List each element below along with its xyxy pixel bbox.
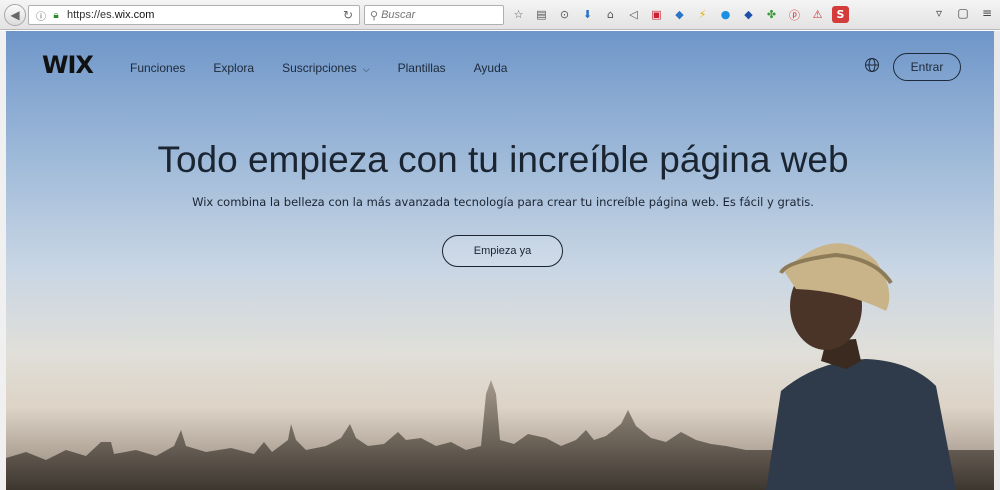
maximize-icon[interactable]: ▢ xyxy=(956,6,970,20)
nav-ayuda[interactable]: Ayuda xyxy=(474,61,508,75)
globe-icon[interactable] xyxy=(864,57,880,73)
pinterest-icon[interactable]: ⓟ xyxy=(786,6,803,23)
nav-suscripciones[interactable]: Suscripciones ⌵ xyxy=(282,61,370,75)
chevron-down-icon[interactable]: ▿ xyxy=(932,6,946,20)
search-bar[interactable]: ⚲ xyxy=(364,5,504,25)
nav-explora[interactable]: Explora xyxy=(213,61,254,75)
chevron-down-icon: ⌵ xyxy=(362,64,370,74)
diamond-icon[interactable]: ◆ xyxy=(740,6,757,23)
search-input[interactable] xyxy=(381,9,492,21)
web-page: WIX Funciones Explora Suscripciones ⌵ Pla… xyxy=(6,31,1000,490)
url-prefix: https://es. xyxy=(67,9,115,21)
nav-plantillas[interactable]: Plantillas xyxy=(398,61,446,75)
url-bar[interactable]: ⓘ 🔒︎ https://es.wix.com ↻ xyxy=(28,5,360,25)
nav-suscripciones-label: Suscripciones xyxy=(282,61,357,75)
lightning-icon[interactable]: ⚡︎ xyxy=(694,6,711,23)
hero-subtitle: Wix combina la belleza con la más avanza… xyxy=(192,195,814,209)
download-icon[interactable]: ⬇ xyxy=(579,6,596,23)
reload-icon[interactable]: ↻ xyxy=(343,8,353,22)
pdf-icon[interactable]: ⚠ xyxy=(809,6,826,23)
login-button[interactable]: Entrar xyxy=(893,53,961,81)
info-icon[interactable]: ⓘ xyxy=(33,8,49,23)
main-nav: Funciones Explora Suscripciones ⌵ Plantil… xyxy=(130,61,507,75)
toolbar-icons: ☆ ▤ ⊙ ⬇ ⌂ ◁ ▣ ◆ ⚡︎ ● ◆ ✤ ⓟ ⚠ S xyxy=(510,6,849,23)
pocket-icon[interactable]: ⊙ xyxy=(556,6,573,23)
dropbox-icon[interactable]: ◆ xyxy=(671,6,688,23)
menu-icon[interactable]: ≡ xyxy=(980,6,994,20)
wix-logo[interactable]: WIX xyxy=(42,51,94,79)
man-with-hat-image xyxy=(766,243,956,490)
site-header: WIX Funciones Explora Suscripciones ⌵ Pla… xyxy=(6,31,1000,107)
start-button[interactable]: Empieza ya xyxy=(442,235,563,267)
url-domain: wix.com xyxy=(114,9,155,21)
window-controls: ▿ ▢ ≡ xyxy=(932,6,994,20)
browser-toolbar: ◀ ⓘ 🔒︎ https://es.wix.com ↻ ⚲ ☆ ▤ ⊙ ⬇ ⌂ … xyxy=(0,0,1000,30)
screenshot-icon[interactable]: ▣ xyxy=(648,6,665,23)
lock-icon[interactable]: 🔒︎ xyxy=(49,10,63,21)
home-icon[interactable]: ⌂ xyxy=(602,6,619,23)
circle-blue-icon[interactable]: ● xyxy=(717,6,734,23)
star-icon[interactable]: ☆ xyxy=(510,6,527,23)
send-icon[interactable]: ◁ xyxy=(625,6,642,23)
back-icon[interactable]: ◀ xyxy=(4,4,26,26)
url-text[interactable]: https://es.wix.com xyxy=(67,9,154,21)
scrollbar[interactable] xyxy=(994,31,1000,490)
search-icon: ⚲ xyxy=(370,8,379,22)
hero-title: Todo empieza con tu increíble página web xyxy=(157,139,849,180)
nav-funciones[interactable]: Funciones xyxy=(130,61,185,75)
s-icon[interactable]: S xyxy=(832,6,849,23)
reading-list-icon[interactable]: ▤ xyxy=(533,6,550,23)
extension-icon[interactable]: ✤ xyxy=(763,6,780,23)
